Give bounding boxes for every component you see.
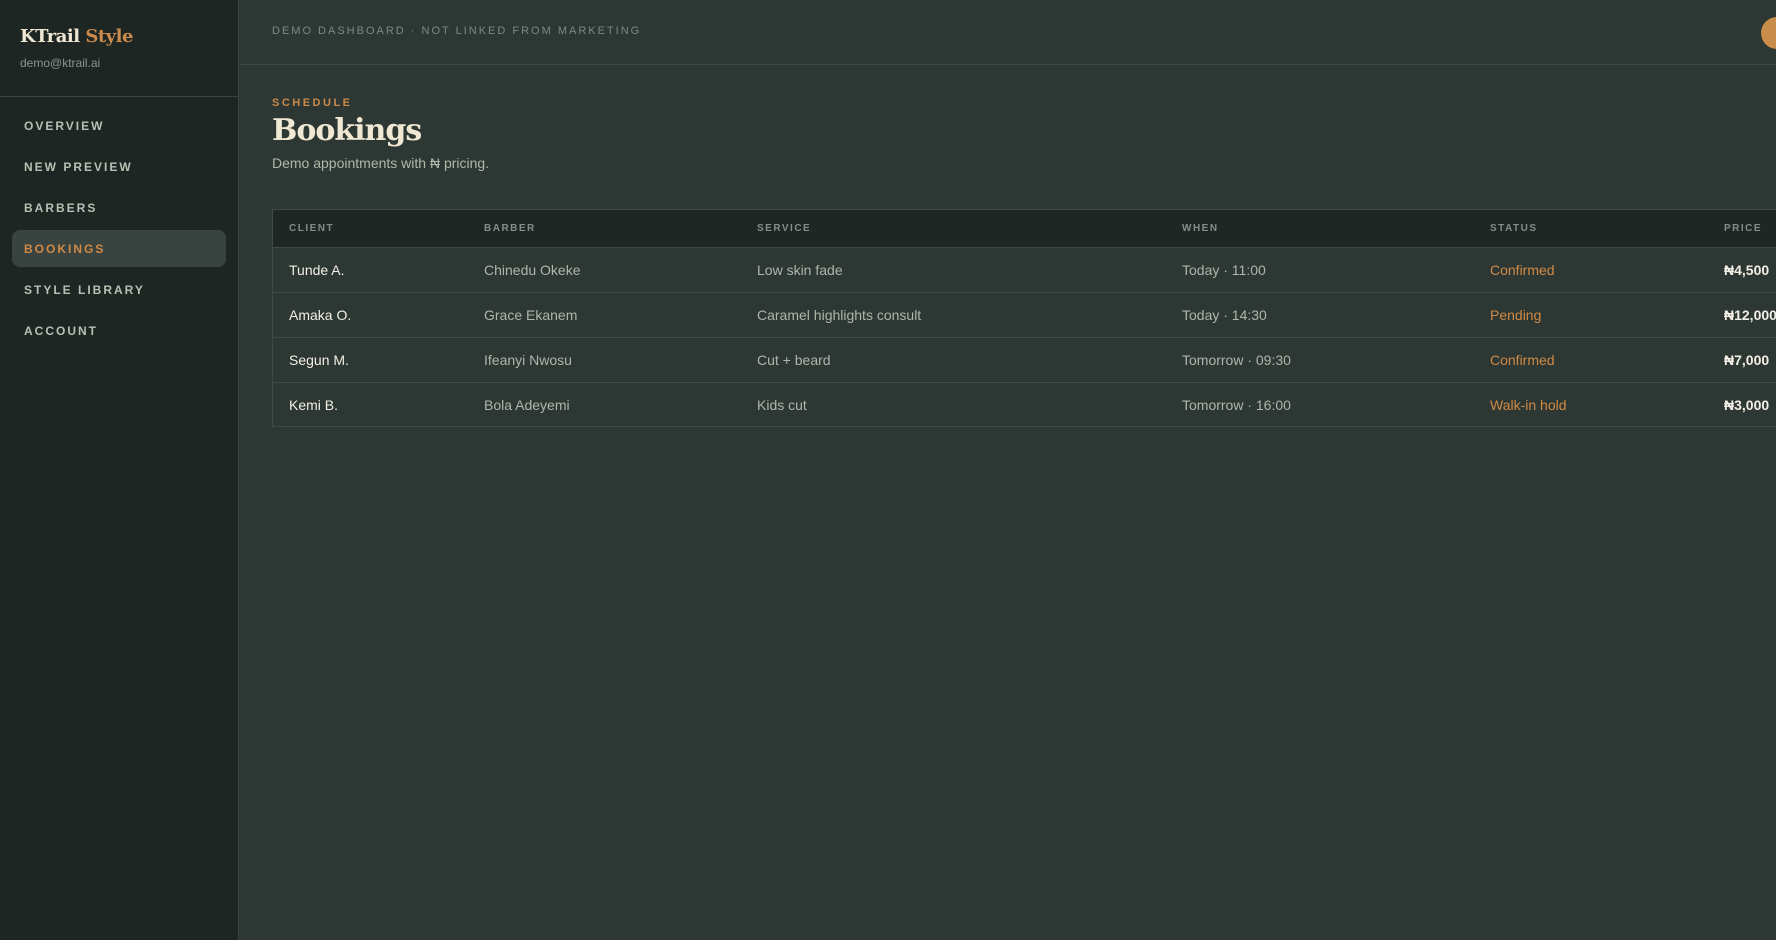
column-header-client: CLIENT (289, 223, 335, 234)
page-subtitle: Demo appointments with ₦ pricing. (272, 155, 490, 171)
cell-barber: Ifeanyi Nwosu (484, 352, 572, 368)
sidebar-nav: OVERVIEW NEW PREVIEW BARBERS BOOKINGS ST… (0, 97, 238, 363)
cell-client: Tunde A. (289, 262, 345, 278)
user-email: demo@ktrail.ai (20, 56, 101, 70)
avatar[interactable] (1761, 17, 1776, 49)
cell-service: Kids cut (757, 397, 807, 413)
column-header-service: SERVICE (757, 223, 812, 234)
table-header: CLIENT BARBER SERVICE WHEN STATUS PRICE (273, 210, 1776, 247)
cell-service: Cut + beard (757, 352, 831, 368)
nav-item-style-library[interactable]: STYLE LIBRARY (12, 271, 226, 308)
status-badge: Pending (1490, 307, 1542, 323)
page-header: SCHEDULE Bookings Demo appointments with… (272, 97, 1776, 171)
status-badge: Confirmed (1490, 262, 1555, 278)
cell-barber: Bola Adeyemi (484, 397, 570, 413)
brand-logo[interactable]: KTrail Style (20, 26, 218, 48)
demo-notice: DEMO DASHBOARD · NOT LINKED FROM MARKETI… (272, 25, 642, 37)
cell-client: Kemi B. (289, 397, 339, 413)
cell-when: Tomorrow · 09:30 (1182, 352, 1291, 368)
table-row[interactable]: Amaka O. Grace Ekanem Caramel highlights… (273, 292, 1776, 337)
cell-when: Today · 11:00 (1182, 262, 1266, 278)
topbar: DEMO DASHBOARD · NOT LINKED FROM MARKETI… (240, 0, 1776, 65)
cell-price: ₦7,000 (1724, 352, 1770, 368)
cell-service: Low skin fade (757, 262, 843, 278)
nav-item-barbers[interactable]: BARBERS (12, 189, 226, 226)
column-header-barber: BARBER (484, 223, 536, 234)
column-header-when: WHEN (1182, 223, 1219, 234)
cell-service: Caramel highlights consult (757, 307, 922, 323)
cell-barber: Grace Ekanem (484, 307, 578, 323)
nav-item-bookings[interactable]: BOOKINGS (12, 230, 226, 267)
cell-client: Amaka O. (289, 307, 352, 323)
status-badge: Walk-in hold (1490, 397, 1567, 413)
table-row[interactable]: Tunde A. Chinedu Okeke Low skin fade Tod… (273, 247, 1776, 292)
nav-item-account[interactable]: ACCOUNT (12, 312, 226, 349)
nav-item-new-preview[interactable]: NEW PREVIEW (12, 148, 226, 185)
page-title: Bookings (272, 113, 422, 148)
bookings-table: CLIENT BARBER SERVICE WHEN STATUS PRICE … (272, 209, 1776, 427)
sidebar: KTrail Style demo@ktrail.ai OVERVIEW NEW… (0, 0, 239, 940)
nav-item-overview[interactable]: OVERVIEW (12, 107, 226, 144)
brand: KTrail Style demo@ktrail.ai (0, 0, 238, 97)
cell-price: ₦12,000 (1724, 307, 1776, 323)
cell-when: Today · 14:30 (1182, 307, 1267, 323)
cell-price: ₦4,500 (1724, 262, 1770, 278)
page-eyebrow: SCHEDULE (272, 97, 353, 109)
brand-name-primary: KTrail (20, 26, 80, 47)
column-header-status: STATUS (1490, 223, 1538, 234)
table-row[interactable]: Segun M. Ifeanyi Nwosu Cut + beard Tomor… (273, 337, 1776, 382)
table-row[interactable]: Kemi B. Bola Adeyemi Kids cut Tomorrow ·… (273, 382, 1776, 426)
status-badge: Confirmed (1490, 352, 1555, 368)
column-header-price: PRICE (1724, 223, 1763, 234)
cell-client: Segun M. (289, 352, 349, 368)
cell-barber: Chinedu Okeke (484, 262, 581, 278)
cell-when: Tomorrow · 16:00 (1182, 397, 1291, 413)
cell-price: ₦3,000 (1724, 397, 1770, 413)
brand-name-secondary: Style (85, 26, 133, 47)
